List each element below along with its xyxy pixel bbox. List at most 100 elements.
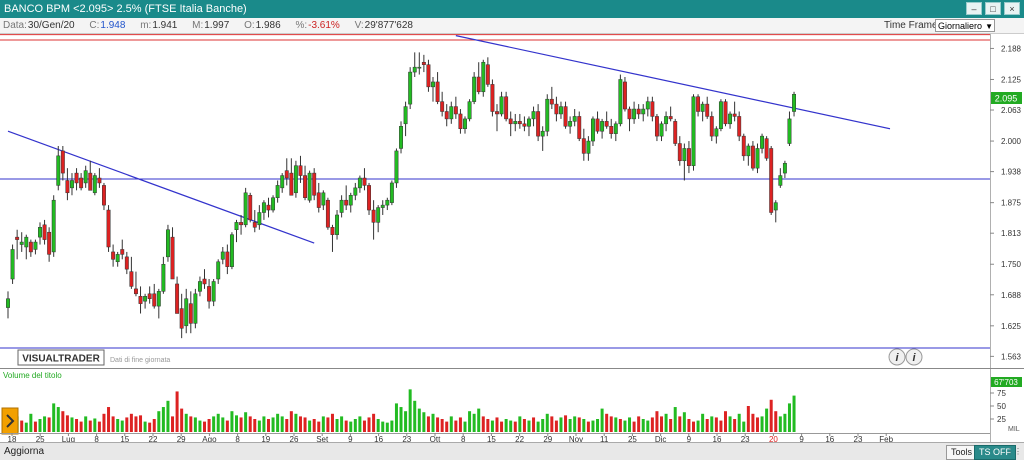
volume-bar [198, 420, 202, 432]
volume-bar [239, 417, 243, 432]
candle-body [266, 204, 271, 211]
candle-body [307, 172, 312, 201]
chart-area[interactable]: 2.188 2.125 2.063 2.000 1.938 1.875 1.813 1.750… [0, 34, 1024, 444]
title-bar: BANCO BPM <2.095> 2.5% (FTSE Italia Banc… [0, 0, 1024, 18]
volume-bar [564, 415, 568, 432]
candle-body [225, 251, 230, 267]
candle-body [718, 101, 723, 129]
candlestick [229, 232, 234, 270]
candlestick [92, 173, 97, 196]
volume-tick-label: 25 [997, 415, 1006, 424]
volume-bar [596, 419, 600, 432]
volume-bar [97, 421, 101, 432]
volume-bar [125, 417, 129, 432]
resize-grip-icon[interactable]: ⋮⋮ [1006, 445, 1022, 458]
candlestick [481, 59, 486, 97]
price-tick-label: 2.000 [1001, 137, 1022, 146]
candle-body [714, 128, 719, 137]
candle-body [211, 281, 216, 302]
price-tick-label: 1.688 [1001, 291, 1022, 300]
candle-body [453, 106, 458, 115]
candle-body [668, 116, 673, 120]
volume-bar [376, 419, 380, 432]
timeframe-select[interactable]: Giornaliero ▼ [935, 19, 995, 32]
candle-body [481, 61, 486, 93]
volume-bar [280, 416, 284, 432]
volume-bar [628, 417, 632, 432]
candlestick [723, 99, 728, 127]
candlestick [618, 74, 623, 127]
close-button[interactable]: × [1004, 2, 1020, 15]
volume-bar [527, 420, 531, 432]
candle-body [787, 118, 792, 144]
candle-body [426, 64, 431, 88]
candle-body [741, 135, 746, 157]
candle-body [463, 118, 467, 129]
candle-body [408, 71, 413, 105]
volume-bar [362, 420, 366, 432]
scroll-arrow-button[interactable] [1, 407, 19, 435]
volume-bar [646, 420, 650, 432]
candle-body [42, 224, 47, 240]
volume-bar [783, 413, 787, 432]
candle-body [618, 79, 623, 125]
tools-button[interactable]: Tools [946, 445, 978, 460]
volume-bar [481, 416, 485, 432]
volume-bar [20, 420, 24, 432]
info-button-1[interactable]: i [888, 348, 906, 366]
candle-body [755, 148, 760, 169]
volume-bar [312, 419, 316, 432]
volume-bar [682, 412, 686, 432]
window-title: BANCO BPM <2.095> 2.5% (FTSE Italia Banc… [4, 3, 247, 15]
price-tick-label: 1.813 [1001, 229, 1022, 238]
candle-body [371, 209, 376, 223]
candle-body [193, 293, 198, 324]
candle-body [243, 192, 248, 226]
candle-body [138, 296, 143, 304]
maximize-button[interactable]: □ [985, 2, 1001, 15]
volume-bar [710, 416, 714, 432]
price-volume-chart[interactable]: 2.188 2.125 2.063 2.000 1.938 1.875 1.813 1.750… [0, 34, 1024, 444]
candle-body [732, 113, 737, 117]
candlestick [673, 118, 678, 146]
volume-bar [344, 420, 348, 432]
brand-subtitle: Dati di fine giornata [110, 357, 170, 364]
volume-bar [463, 421, 467, 432]
volume-bar [614, 417, 618, 432]
volume-bar [175, 391, 179, 432]
candle-body [152, 293, 157, 307]
scroll-arrow-bg [1, 407, 19, 435]
candlestick [166, 224, 170, 262]
time-tick-label: 20 [769, 435, 778, 442]
candle-body [440, 101, 445, 112]
timeframe-value: Giornaliero [938, 21, 983, 31]
volume-bar [509, 420, 513, 432]
volume-tick-label: 50 [997, 402, 1006, 411]
volume-bar [545, 413, 549, 432]
candle-body [348, 195, 353, 206]
candlestick [394, 148, 399, 188]
candlestick [408, 67, 413, 110]
volume-bar [440, 419, 444, 432]
candle-body [627, 108, 632, 120]
candle-body [367, 185, 371, 211]
update-button[interactable]: Aggiorna [4, 443, 44, 460]
candle-body [559, 106, 563, 115]
volume-bar [792, 395, 796, 432]
minimize-button[interactable]: – [966, 2, 982, 15]
volume-bars [6, 389, 796, 432]
info-button-2[interactable]: i [905, 348, 923, 366]
candle-body [709, 116, 714, 137]
time-tick-label: 19 [261, 435, 270, 442]
candle-body [207, 286, 212, 302]
candle-body [632, 108, 637, 120]
volume-bar [436, 417, 440, 432]
price-tick-label: 1.750 [1001, 260, 1022, 269]
candle-body [47, 231, 52, 255]
price-tick-label: 2.188 [1001, 44, 1022, 53]
volume-bar [449, 416, 453, 432]
candle-body [252, 222, 257, 228]
time-tick-label: 8 [94, 435, 99, 442]
time-tick-label: 23 [854, 435, 863, 442]
price-tick-label: 1.625 [1001, 322, 1022, 331]
